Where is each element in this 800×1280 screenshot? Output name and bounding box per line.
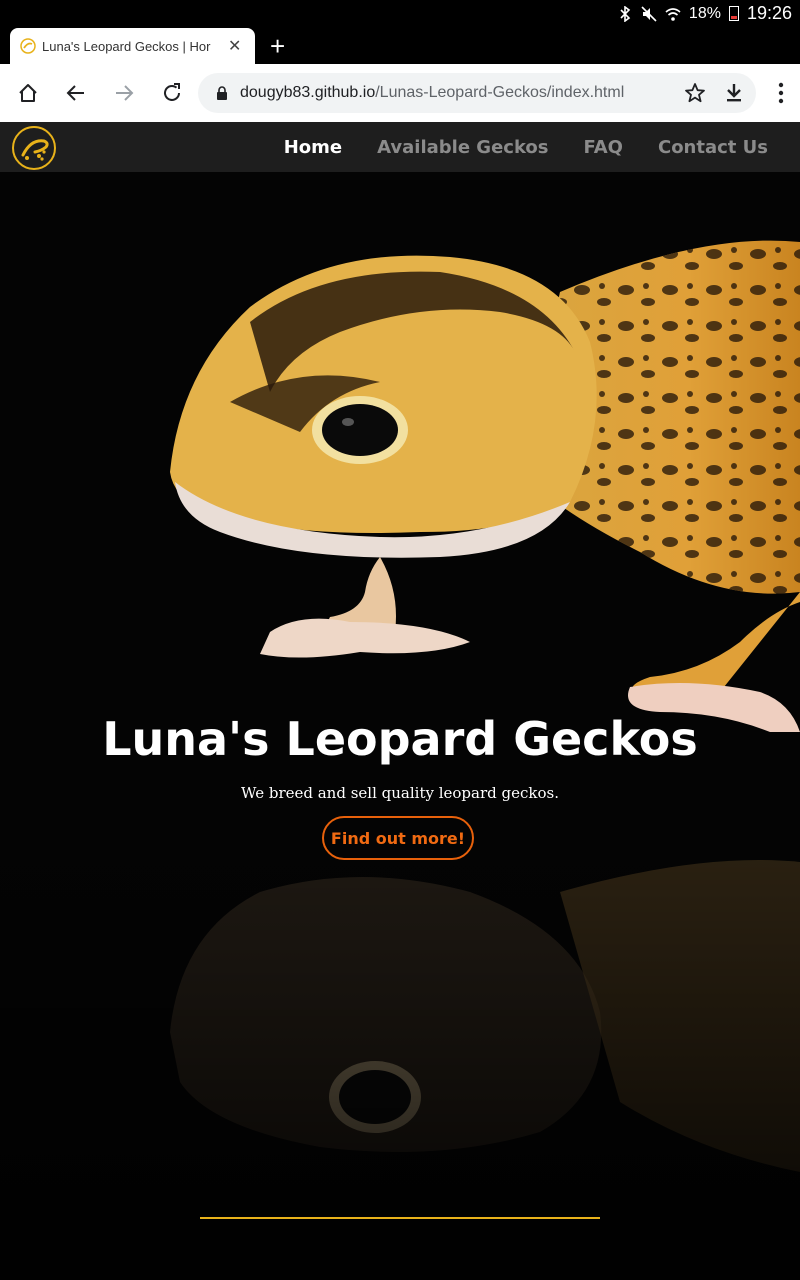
back-icon[interactable] xyxy=(64,81,88,105)
nav-home[interactable]: Home xyxy=(284,137,342,158)
url-host: dougyb83.github.io xyxy=(240,84,376,101)
site-navbar: Home Available Geckos FAQ Contact Us xyxy=(0,122,800,172)
status-bar: 18% 19:26 xyxy=(0,0,800,28)
hero-subtitle: We breed and sell quality leopard geckos… xyxy=(241,784,559,802)
url-path: /Lunas-Leopard-Geckos/index.html xyxy=(375,84,625,101)
browser-toolbar: dougyb83.github.io/Lunas-Leopard-Geckos/… xyxy=(0,64,800,122)
home-icon[interactable] xyxy=(16,81,40,105)
bluetooth-icon xyxy=(617,5,633,22)
battery-percent: 18% xyxy=(688,4,721,22)
section-divider xyxy=(200,1217,600,1219)
battery-icon xyxy=(728,6,739,21)
tab-strip: Luna's Leopard Geckos | Hor ✕ + xyxy=(0,28,800,64)
gecko-logo[interactable] xyxy=(11,125,57,171)
find-out-more-button[interactable]: Find out more! xyxy=(322,816,474,860)
url-text: dougyb83.github.io/Lunas-Leopard-Geckos/… xyxy=(240,84,624,102)
browser-tab[interactable]: Luna's Leopard Geckos | Hor ✕ xyxy=(10,28,255,64)
reload-icon[interactable] xyxy=(160,81,184,105)
wifi-icon xyxy=(665,6,681,22)
close-tab-icon[interactable]: ✕ xyxy=(228,36,241,56)
address-bar[interactable]: dougyb83.github.io/Lunas-Leopard-Geckos/… xyxy=(198,73,756,113)
clock: 19:26 xyxy=(746,3,792,23)
forward-icon[interactable] xyxy=(112,81,136,105)
menu-dots-icon[interactable] xyxy=(778,82,784,109)
status-icons: 18% 19:26 xyxy=(617,3,792,24)
nav-links: Home Available Geckos FAQ Contact Us xyxy=(284,122,768,172)
gecko-favicon-icon xyxy=(20,38,36,54)
hero-section: Luna's Leopard Geckos We breed and sell … xyxy=(0,172,800,1280)
bookmark-star-icon[interactable] xyxy=(684,82,706,109)
download-icon[interactable] xyxy=(724,82,744,109)
lock-icon[interactable] xyxy=(216,86,228,100)
nav-contact-us[interactable]: Contact Us xyxy=(658,137,768,158)
nav-available-geckos[interactable]: Available Geckos xyxy=(377,137,548,158)
tab-title: Luna's Leopard Geckos | Hor xyxy=(42,38,211,54)
new-tab-button[interactable]: + xyxy=(270,30,285,62)
mute-icon xyxy=(641,5,657,22)
nav-faq[interactable]: FAQ xyxy=(584,137,623,158)
hero-title: Luna's Leopard Geckos xyxy=(102,712,698,766)
